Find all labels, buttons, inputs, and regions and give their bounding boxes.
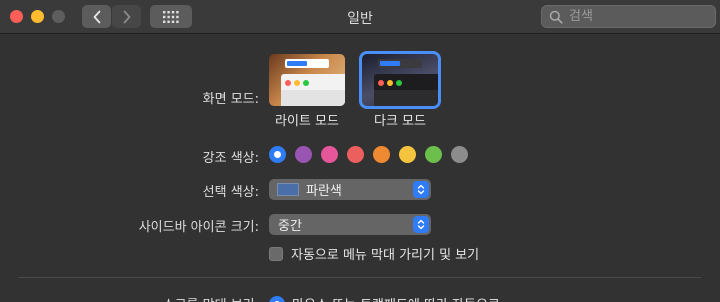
- dark-mode-thumbnail[interactable]: [359, 51, 441, 109]
- accent-color-label: 강조 색상:: [202, 151, 259, 166]
- accent-color-swatch[interactable]: [321, 146, 338, 163]
- sidebar-icon-size-popup[interactable]: 중간: [269, 214, 431, 235]
- scrollbars-auto-radio[interactable]: 마우스 또는 트랙패드에 따라 자동으로: [269, 294, 500, 302]
- scrollbars-auto-label: 마우스 또는 트랙패드에 따라 자동으로: [292, 294, 500, 302]
- accent-color-swatch[interactable]: [399, 146, 416, 163]
- show-scrollbars-label: 스크롤 막대 보기:: [163, 294, 259, 302]
- accent-color-swatch[interactable]: [295, 146, 312, 163]
- search-field[interactable]: [541, 5, 716, 28]
- accent-color-swatch[interactable]: [425, 146, 442, 163]
- thumbnail-accent: [287, 61, 307, 66]
- thumbnail-traffic-lights: [378, 80, 402, 86]
- sidebar-icon-size-value: 중간: [278, 219, 302, 234]
- accent-color-swatch[interactable]: [269, 146, 286, 163]
- checkbox-box[interactable]: [269, 246, 283, 261]
- auto-hide-menubar-label: 자동으로 메뉴 막대 가리기 및 보기: [291, 248, 480, 263]
- highlight-color-swatch: [277, 183, 299, 196]
- thumbnail-accent: [380, 61, 400, 66]
- auto-hide-menubar-checkbox[interactable]: 자동으로 메뉴 막대 가리기 및 보기: [269, 244, 479, 263]
- dark-mode-caption: 다크 모드: [374, 114, 426, 129]
- search-icon: [549, 10, 563, 24]
- accent-color-swatch[interactable]: [347, 146, 364, 163]
- accent-color-swatches: [269, 146, 468, 163]
- thumbnail-content: [374, 90, 438, 106]
- section-divider: [18, 277, 701, 278]
- radio-selected-icon[interactable]: [269, 295, 285, 302]
- accent-color-swatch[interactable]: [451, 146, 468, 163]
- popup-arrows-icon: [413, 216, 429, 233]
- highlight-color-value: 파란색: [306, 184, 342, 199]
- highlight-color-label: 선택 색상:: [202, 185, 259, 200]
- thumbnail-content: [281, 90, 345, 106]
- title-bar: 일반: [0, 0, 720, 34]
- search-input[interactable]: [569, 9, 699, 24]
- highlight-color-popup[interactable]: 파란색: [269, 179, 431, 200]
- light-mode-thumbnail[interactable]: [269, 54, 345, 106]
- accent-color-swatch[interactable]: [373, 146, 390, 163]
- light-mode-caption: 라이트 모드: [275, 114, 339, 129]
- sidebar-icon-size-label: 사이드바 아이콘 크기:: [138, 220, 259, 235]
- thumbnail-traffic-lights: [285, 80, 309, 86]
- popup-arrows-icon: [413, 181, 429, 198]
- appearance-label: 화면 모드:: [202, 92, 259, 107]
